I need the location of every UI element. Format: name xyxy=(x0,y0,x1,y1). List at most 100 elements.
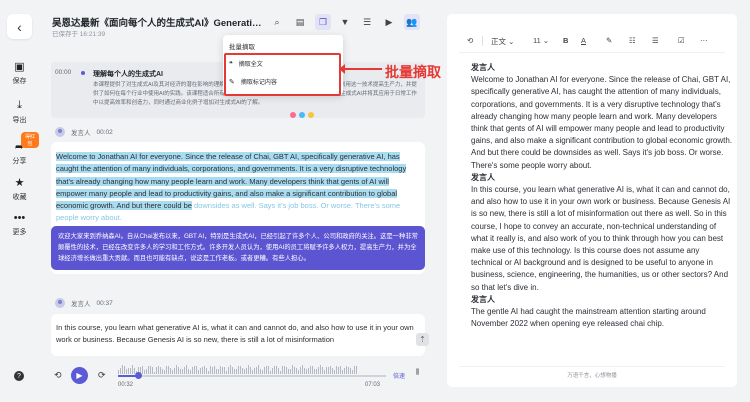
sidebar-item-favorite[interactable]: ★ 收藏 xyxy=(0,176,39,202)
checklist-icon[interactable]: ☑ xyxy=(678,36,685,45)
segment-text[interactable]: Welcome to Jonathan AI for everyone. Sin… xyxy=(56,151,414,225)
waveform-bar xyxy=(342,370,343,374)
color-mark-dot[interactable] xyxy=(308,112,314,118)
waveform-bar xyxy=(258,365,259,374)
color-mark-options xyxy=(290,112,314,118)
font-size-select[interactable]: 11 ⌄ xyxy=(533,36,549,45)
scroll-to-top-button[interactable]: ⇡ xyxy=(416,333,429,346)
waveform-bar xyxy=(330,365,331,374)
size-value: 11 xyxy=(533,36,541,45)
highlighter-icon[interactable]: ✎ xyxy=(606,36,612,45)
settings-icon[interactable]: ⫼ xyxy=(416,369,419,377)
waveform-bar xyxy=(200,367,201,374)
waveform-bar xyxy=(256,367,257,374)
batch-extract-button[interactable]: ❐ xyxy=(315,14,331,30)
speed-button[interactable]: 倍速 xyxy=(393,371,405,380)
help-icon[interactable]: ? xyxy=(14,371,24,381)
red-packet-badge: 得红包 xyxy=(21,132,39,148)
speaker-name[interactable]: 发言人 xyxy=(71,298,91,308)
waveform-bar xyxy=(224,367,225,374)
history-icon[interactable]: ⟲ xyxy=(467,36,473,45)
waveform-bar xyxy=(298,369,299,374)
bullet-list-icon[interactable]: ☰ xyxy=(652,36,659,45)
waveform-bar xyxy=(234,368,235,374)
waveform-bar xyxy=(270,370,271,374)
text-color-button[interactable]: A xyxy=(581,36,586,45)
sidebar-item-label: 更多 xyxy=(12,229,27,236)
video-button[interactable]: ▶ xyxy=(381,14,397,30)
waveform-bar xyxy=(166,365,167,374)
speaker-name[interactable]: 发言人 xyxy=(71,127,91,137)
play-icon: ▶ xyxy=(76,371,83,380)
more-options-icon[interactable]: ⋯ xyxy=(700,36,708,45)
paragraph-style-select[interactable]: 正文 ⌄ xyxy=(491,36,514,47)
waveform-bar xyxy=(306,369,307,374)
waveform-bar xyxy=(336,366,337,374)
sidebar-item-export[interactable]: ⤓ 导出 xyxy=(0,99,39,125)
speakers-button[interactable]: 👥 xyxy=(404,14,420,30)
waveform-bar xyxy=(356,365,357,374)
waveform-bar xyxy=(252,369,253,374)
forward-icon[interactable]: ⟳ xyxy=(98,370,106,381)
chapter-dot xyxy=(81,71,85,75)
waveform-bar xyxy=(246,368,247,374)
waveform-bar xyxy=(274,366,275,374)
progress-track[interactable] xyxy=(118,372,386,379)
waveform-bar xyxy=(268,366,269,374)
color-mark-dot[interactable] xyxy=(290,112,296,118)
sidebar-item-label: 导出 xyxy=(12,117,27,124)
waveform-bar xyxy=(236,369,237,374)
back-button[interactable]: ‹ xyxy=(7,14,32,39)
waveform-bar xyxy=(194,365,195,374)
play-button[interactable]: ▶ xyxy=(71,367,88,384)
color-mark-dot[interactable] xyxy=(299,112,305,118)
waveform-bar xyxy=(222,367,223,374)
waveform-bar xyxy=(294,366,295,374)
sidebar-item-share[interactable]: 得红包 ➦ 分享 xyxy=(0,132,39,166)
editor-content[interactable]: 发言人 Welcome to Jonathan AI for everyone.… xyxy=(471,62,733,364)
paragraph-speaker: 发言人 xyxy=(471,172,495,182)
waveform-bar xyxy=(196,366,197,374)
play-square-icon: ▶ xyxy=(385,16,393,27)
filter-button[interactable]: ▼ xyxy=(337,14,353,30)
divider xyxy=(482,36,483,46)
segment-text[interactable]: In this course, you learn what generativ… xyxy=(56,322,414,348)
waveform-bar xyxy=(168,366,169,374)
waveform-bar xyxy=(334,369,335,374)
waveform-bar xyxy=(120,368,121,374)
waveform xyxy=(118,364,386,374)
waveform-bar xyxy=(208,370,209,374)
waveform-bar xyxy=(318,367,319,374)
ordered-list-icon[interactable]: ☷ xyxy=(629,36,636,45)
progress-handle[interactable] xyxy=(135,372,143,379)
waveform-bar xyxy=(232,367,233,374)
waveform-bar xyxy=(212,366,213,374)
waveform-bar xyxy=(308,368,309,374)
sidebar-item-more[interactable]: ••• 更多 xyxy=(0,212,39,237)
waveform-bar xyxy=(126,369,127,374)
list-button[interactable]: ☰ xyxy=(359,14,375,30)
waveform-bar xyxy=(324,370,325,374)
waveform-bar xyxy=(186,365,187,374)
sidebar-item-save[interactable]: ▣ 保存 xyxy=(0,60,39,86)
waveform-bar xyxy=(272,367,273,374)
waveform-bar xyxy=(190,369,191,374)
waveform-bar xyxy=(296,367,297,374)
waveform-bar xyxy=(260,368,261,374)
save-status: 已保存于 16:21:39 xyxy=(52,31,106,38)
waveform-bar xyxy=(206,367,207,374)
waveform-bar xyxy=(162,368,163,374)
waveform-bar xyxy=(188,368,189,374)
waveform-bar xyxy=(130,367,131,374)
arrow-up-icon: ⇡ xyxy=(419,335,426,344)
waveform-bar xyxy=(280,371,281,374)
waveform-bar xyxy=(220,365,221,374)
rewind-icon[interactable]: ⟲ xyxy=(54,370,62,381)
search-button[interactable]: ⌕ xyxy=(269,14,285,30)
waveform-bar xyxy=(184,366,185,374)
document-button[interactable]: ▤ xyxy=(292,14,308,30)
style-value: 正文 xyxy=(491,37,506,46)
waveform-bar xyxy=(148,366,149,374)
bold-button[interactable]: B xyxy=(563,36,568,45)
waveform-bar xyxy=(302,365,303,374)
